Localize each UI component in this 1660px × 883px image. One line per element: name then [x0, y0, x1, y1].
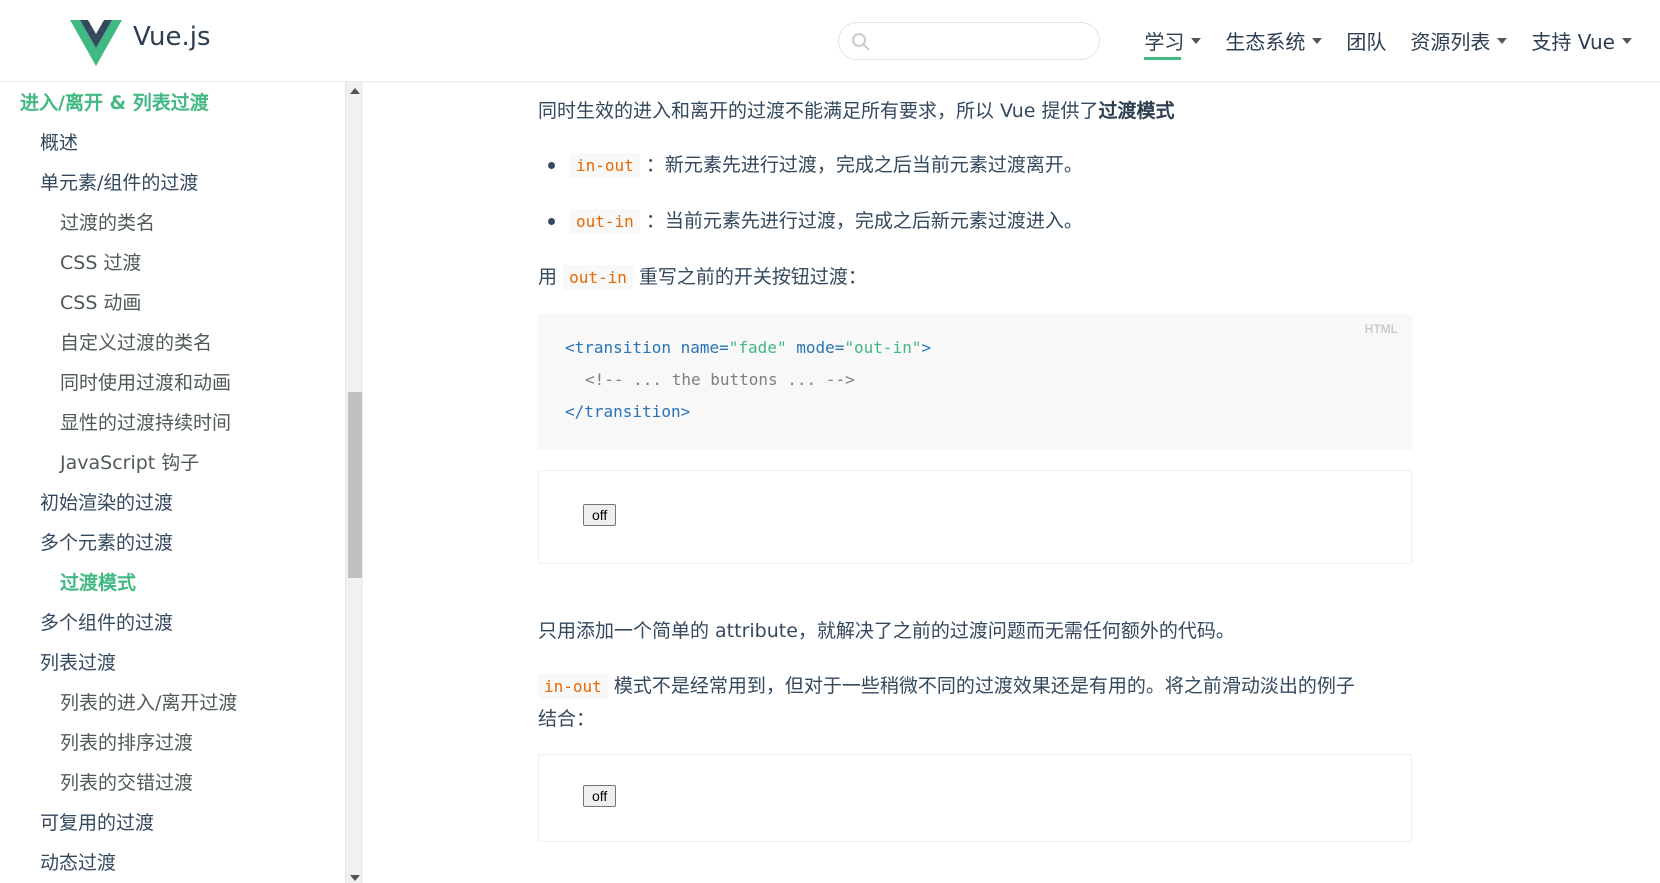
- code-token: mode: [796, 338, 835, 357]
- scroll-up-arrow-icon[interactable]: [350, 88, 360, 94]
- code-line: <!-- ... the buttons ... -->: [585, 370, 855, 389]
- inline-code: out-in: [563, 265, 633, 290]
- sidebar-item[interactable]: 同时使用过渡和动画: [60, 368, 231, 395]
- mode-item: in-out ：新元素先进行过渡，完成之后当前元素过渡离开。: [570, 150, 1083, 178]
- sidebar-item-current[interactable]: 过渡模式: [60, 568, 136, 595]
- nav-team-label: 团队: [1346, 29, 1387, 54]
- toggle-button[interactable]: off: [583, 504, 617, 526]
- inline-code: out-in: [570, 209, 640, 234]
- sidebar-item[interactable]: 列表过渡: [40, 648, 116, 675]
- sidebar-item[interactable]: 概述: [40, 128, 78, 155]
- sidebar-item[interactable]: CSS 动画: [60, 288, 141, 315]
- code-block: HTML <transition name="fade" mode="out-i…: [538, 314, 1412, 450]
- inline-code: in-out: [538, 674, 608, 699]
- after-demo-paragraph: 只用添加一个简单的 attribute，就解决了之前的过渡问题而无需任何额外的代…: [538, 620, 1235, 642]
- nav-learn[interactable]: 学习: [1132, 0, 1213, 80]
- scroll-down-arrow-icon[interactable]: [350, 875, 360, 881]
- toggle-button[interactable]: off: [583, 785, 617, 807]
- code-token: name: [680, 338, 720, 357]
- sidebar-item[interactable]: 列表的进入/离开过渡: [60, 688, 237, 715]
- sidebar-item[interactable]: 显性的过渡持续时间: [60, 408, 231, 435]
- inout-text: 模式不是经常用到，但对于一些稍微不同的过渡效果还是有用的。将之前滑动淡出的例子: [613, 675, 1355, 697]
- top-header: Vue.js 学习 生态系统 团队 资源列表 支持 Vue: [0, 0, 1660, 82]
- code-language-label: HTML: [1364, 322, 1398, 336]
- sidebar-item[interactable]: CSS 过渡: [60, 248, 141, 275]
- brand-name[interactable]: Vue.js: [133, 22, 211, 52]
- sidebar-item[interactable]: 自定义过渡的类名: [60, 328, 212, 355]
- vue-logo-icon[interactable]: [70, 20, 122, 66]
- nav-ecosystem-label: 生态系统: [1225, 29, 1306, 54]
- sidebar-item[interactable]: 列表的排序过渡: [60, 728, 193, 755]
- mode-item: out-in ：当前元素先进行过渡，完成之后新元素过渡进入。: [570, 206, 1083, 234]
- nav-ecosystem[interactable]: 生态系统: [1213, 0, 1334, 80]
- rewrite-suffix: 重写之前的开关按钮过渡：: [638, 266, 867, 288]
- nav-team[interactable]: 团队: [1334, 0, 1398, 80]
- intro-paragraph: 同时生效的进入和离开的过渡不能满足所有要求，所以 Vue 提供了过渡模式: [538, 96, 1175, 123]
- demo-box: off: [538, 754, 1412, 842]
- code-comment: <!-- ... the buttons ... -->: [585, 370, 855, 389]
- sidebar-section-title[interactable]: 进入/离开 & 列表过渡: [20, 88, 209, 115]
- sidebar-item[interactable]: 多个组件的过渡: [40, 608, 173, 635]
- sidebar-scrollbar[interactable]: [345, 82, 363, 883]
- sidebar-item[interactable]: JavaScript 钩子: [60, 448, 199, 475]
- nav-support[interactable]: 支持 Vue: [1519, 0, 1644, 80]
- mode-description: ：新元素先进行过渡，完成之后当前元素过渡离开。: [645, 154, 1083, 176]
- sidebar-item[interactable]: 可复用的过渡: [40, 808, 154, 835]
- sidebar-item[interactable]: 初始渲染的过渡: [40, 488, 173, 515]
- intro-text: 同时生效的进入和离开的过渡不能满足所有要求，所以 Vue 提供了: [538, 100, 1099, 122]
- code-line: <transition name="fade" mode="out-in">: [565, 338, 932, 357]
- sidebar-item[interactable]: 单元素/组件的过渡: [40, 168, 198, 195]
- inline-code: in-out: [570, 153, 640, 178]
- code-token: </transition>: [565, 402, 691, 421]
- sidebar-item[interactable]: 动态过渡: [40, 848, 116, 875]
- code-token: "out-in": [844, 338, 922, 357]
- rewrite-prefix: 用: [538, 266, 558, 288]
- search-icon: [852, 33, 870, 51]
- bullet-icon: [548, 218, 555, 225]
- inout-text-cont: 结合：: [538, 708, 596, 730]
- search-input[interactable]: [877, 29, 1087, 53]
- bullet-icon: [548, 162, 555, 169]
- sidebar-item[interactable]: 过渡的类名: [60, 208, 155, 235]
- nav-resources[interactable]: 资源列表: [1398, 0, 1519, 80]
- code-token: >: [921, 338, 932, 357]
- nav-support-label: 支持 Vue: [1531, 29, 1615, 54]
- code-line: </transition>: [565, 402, 690, 421]
- sidebar-item[interactable]: 多个元素的过渡: [40, 528, 173, 555]
- scrollbar-thumb[interactable]: [348, 392, 362, 578]
- mode-description: ：当前元素先进行过渡，完成之后新元素过渡进入。: [645, 210, 1083, 232]
- intro-bold: 过渡模式: [1098, 100, 1175, 122]
- inout-paragraph: in-out 模式不是经常用到，但对于一些稍微不同的过渡效果还是有用的。将之前滑…: [538, 670, 1412, 735]
- rewrite-paragraph: 用 out-in 重写之前的开关按钮过渡：: [538, 262, 867, 290]
- caret-down-icon: [1497, 38, 1508, 44]
- main-content: 同时生效的进入和离开的过渡不能满足所有要求，所以 Vue 提供了过渡模式 in-…: [538, 82, 1418, 883]
- nav-resources-label: 资源列表: [1410, 29, 1491, 54]
- caret-down-icon: [1622, 38, 1632, 44]
- nav-learn-label: 学习: [1144, 29, 1185, 54]
- search-box[interactable]: [838, 22, 1100, 60]
- demo-box: off: [538, 470, 1412, 564]
- main-nav: 学习 生态系统 团队 资源列表 支持 Vue: [1132, 0, 1644, 80]
- code-token: "fade": [728, 338, 787, 357]
- caret-down-icon: [1191, 38, 1202, 44]
- caret-down-icon: [1312, 38, 1323, 44]
- sidebar-item[interactable]: 列表的交错过渡: [60, 768, 193, 795]
- code-token: <transition: [565, 338, 671, 357]
- sidebar-nav: 进入/离开 & 列表过渡 概述 单元素/组件的过渡 过渡的类名 CSS 过渡 C…: [0, 82, 344, 883]
